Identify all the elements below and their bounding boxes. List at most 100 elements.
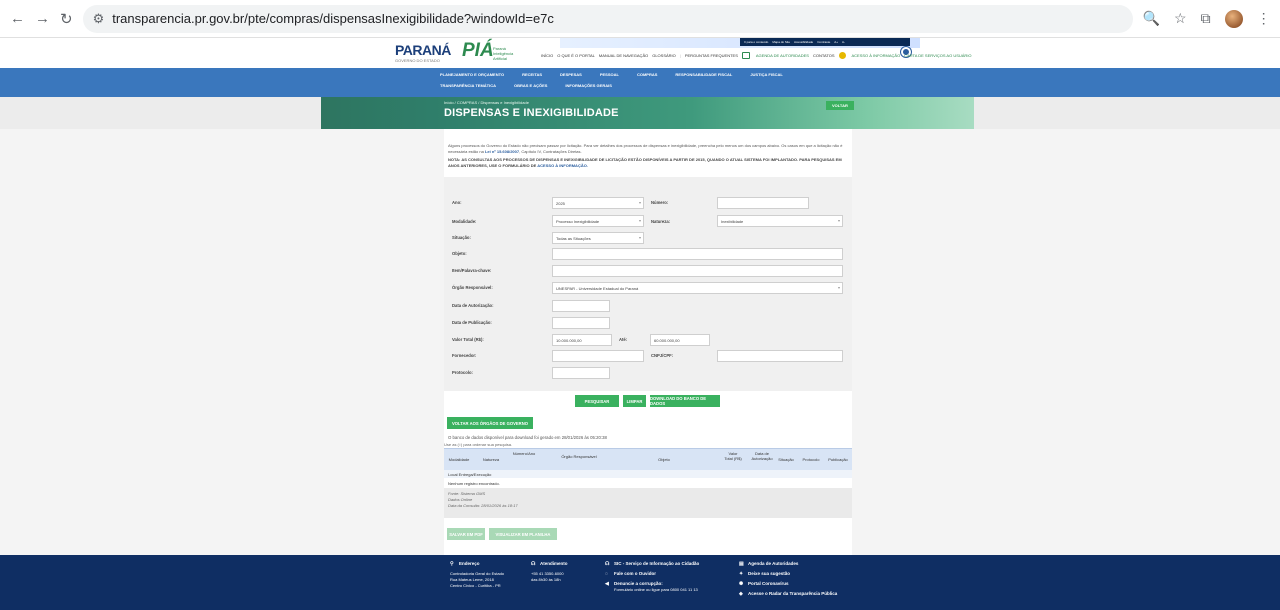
menu-obras[interactable]: OBRAS E AÇÕES [514,83,547,88]
footer-sic: ☊ SIC - Serviço de Informação ao Cidadão … [605,561,700,592]
empty-row: Nenhum registro encontrado. [444,478,852,488]
link-glossario[interactable]: GLOSSÁRIO [652,53,676,58]
col-objeto[interactable]: Objeto [634,457,694,462]
link-inicio[interactable]: INÍCIO [541,53,553,58]
page-title: DISPENSAS E INEXIGIBILIDADE [444,107,619,119]
natureza-select[interactable]: Inexibilidade ▾ [717,215,843,227]
calendar-icon: ▤ [739,561,744,567]
acesso-info-link[interactable]: ACESSO À INFORMAÇÃO. [537,163,588,168]
browser-toolbar: ← → ↻ ⚙ transparencia.pr.gov.br/pte/comp… [0,0,1280,38]
sic-icon: ☊ [605,561,610,567]
menu-receitas[interactable]: RECEITAS [522,72,542,77]
main-panel: Alguns processos do Governo do Estado nã… [444,129,852,555]
url-text: transparencia.pr.gov.br/pte/compras/disp… [112,11,554,26]
footer-atendimento: ☊ Atendimento +55 41 3350-6000 das 8h30 à… [531,561,568,582]
protocolo-input[interactable] [552,367,610,379]
menu-responsabilidade[interactable]: RESPONSABILIDADE FISCAL [675,72,732,77]
col-valor[interactable]: Valor Total (R$) [724,451,742,461]
link-manual[interactable]: MANUAL DE NAVEGAÇÃO [599,53,648,58]
fornecedor-input[interactable] [552,350,644,362]
col-numero[interactable]: Número/Ano [510,451,538,456]
menu-compras[interactable]: COMPRAS [637,72,657,77]
valor-min-input[interactable]: 10.000.000,00 [552,334,612,346]
data-autorizacao-input[interactable] [552,300,610,312]
link-perguntas[interactable]: PERGUNTAS FREQUENTES [685,53,738,58]
menu-justica[interactable]: JUSTIÇA FISCAL [750,72,783,77]
orgao-select[interactable]: UNESPAR - Universidade Estadual do Paran… [552,282,843,294]
download-button[interactable]: DOWNLOAD DO BANCO DE DADOS [650,395,720,407]
site-header: Ir para o conteúdo Mapa do Site Acessibi… [0,38,1280,68]
radar-icon: ◈ [739,591,743,597]
link-acesso[interactable]: ACESSO À INFORMAÇÃO [852,53,901,58]
footer-links: ▤ Agenda de Autoridades ✦ Deixe sua sugest… [739,561,838,597]
subheader-row: Local Entrega/Execução [444,470,852,478]
numero-input[interactable] [717,197,809,209]
accessibility-bar: Ir para o conteúdo Mapa do Site Acessibi… [740,38,910,46]
extensions-icon[interactable]: ⧉ [1201,10,1211,27]
salvar-pdf-button[interactable]: SALVAR EM PDF [447,528,485,540]
link-o-que-e[interactable]: O QUE É O PORTAL [557,53,595,58]
location-icon: ⚲ [450,561,454,567]
col-data-autorizacao[interactable]: Data de Autorização [748,451,776,461]
item-input[interactable] [552,265,843,277]
parana-logo[interactable]: PARANÁ [395,42,451,58]
ano-select[interactable]: 2025 ▾ [552,197,644,209]
voltar-button[interactable]: VOLTAR [826,101,854,110]
parana-logo-sub: GOVERNO DO ESTADO [395,58,440,63]
reload-icon[interactable]: ↻ [60,8,73,30]
megaphone-icon: ◀ [605,581,609,587]
col-publicacao[interactable]: Publicação [824,457,852,462]
lightbulb-icon: ✦ [739,571,744,577]
situacao-select[interactable]: Todas as Situações ▾ [552,232,644,244]
menu-despesas[interactable]: DESPESAS [560,72,582,77]
col-modalidade[interactable]: Modalidade [444,457,474,462]
ouvidor-icon: ◌ [605,571,608,577]
top-links: INÍCIO O QUE É O PORTAL MANUAL DE NAVEGA… [541,52,972,59]
address-bar[interactable]: ⚙ transparencia.pr.gov.br/pte/compras/di… [82,4,1133,33]
objeto-input[interactable] [552,248,843,260]
site-info-icon[interactable]: ⚙ [93,11,105,27]
headset-icon: ☊ [531,561,536,567]
table-header: Modalidade Natureza Número/Ano Órgão Res… [444,448,852,470]
results-table: Use as (↕) para ordenar sua pesquisa. Mo… [444,442,852,518]
modalidade-select[interactable]: Processo Inexigibilidade ▾ [552,215,644,227]
link-contatos[interactable]: CONTATOS [813,53,835,58]
link-carta[interactable]: CARTA DE SERVIÇOS AO USUÁRIO [904,53,971,58]
col-protocolo[interactable]: Protocolo [798,457,824,462]
calendar-icon [741,52,750,59]
voltar-orgaos-button[interactable]: VOLTAR AOS ÓRGÃOS DE GOVERNO [447,417,533,429]
info-icon [838,52,846,59]
forward-icon[interactable]: → [35,8,50,30]
link-agenda[interactable]: AGENDA DE AUTORIDADES [756,53,809,58]
valor-max-input[interactable]: 60.000.000,00 [650,334,710,346]
site-footer: ⚲ Endereço Controladoria Geral do Estado … [0,555,1280,610]
source-info: Fonte: Sistema GMS Dados Online Data da … [444,488,852,518]
pia-logo[interactable]: PIÁ [462,40,494,62]
law-link[interactable]: Lei nº 15.608/2007 [485,149,519,154]
zoom-icon[interactable]: 🔍 [1143,10,1160,27]
download-note: O banco de dados disponível para downloa… [448,435,607,440]
menu-transparencia[interactable]: TRANSPARÊNCIA TEMÁTICA [440,83,496,88]
pia-logo-sub: Paraná Inteligência Artificial [493,46,514,61]
menu-pessoal[interactable]: PESSOAL [600,72,619,77]
footer-endereco: ⚲ Endereço Controladoria Geral do Estado … [450,561,505,588]
menu-icon[interactable]: ⋮ [1257,10,1271,27]
col-situacao[interactable]: Situação [776,457,796,462]
menu-planejamento[interactable]: PLANEJAMENTO E ORÇAMENTO [440,72,504,77]
col-natureza[interactable]: Natureza [478,457,504,462]
profile-avatar[interactable] [1224,9,1243,28]
col-orgao[interactable]: Órgão Responsável [554,454,604,459]
back-icon[interactable]: ← [10,8,25,30]
nota-text: NOTA: AS CONSULTAS AOS PROCESSOS DE DISP… [448,157,842,168]
limpar-button[interactable]: LIMPAR [623,395,646,407]
page-hero: Início / COMPRAS / Dispensas e Inexigibi… [0,97,1280,129]
menu-informacoes[interactable]: INFORMAÇÕES GERAIS [565,83,611,88]
data-publicacao-input[interactable] [552,317,610,329]
breadcrumb[interactable]: Início / COMPRAS / Dispensas e Inexigibi… [444,100,529,105]
cnpj-input[interactable] [717,350,843,362]
pesquisar-button[interactable]: PESQUISAR [575,395,619,407]
visualizar-planilha-button[interactable]: VISUALIZAR EM PLANILHA [489,528,557,540]
virus-icon: ✺ [739,581,744,587]
bookmark-star-icon[interactable]: ☆ [1174,10,1187,27]
search-form: Ano: 2025 ▾ Número: Modalidade: Processo … [444,177,852,391]
